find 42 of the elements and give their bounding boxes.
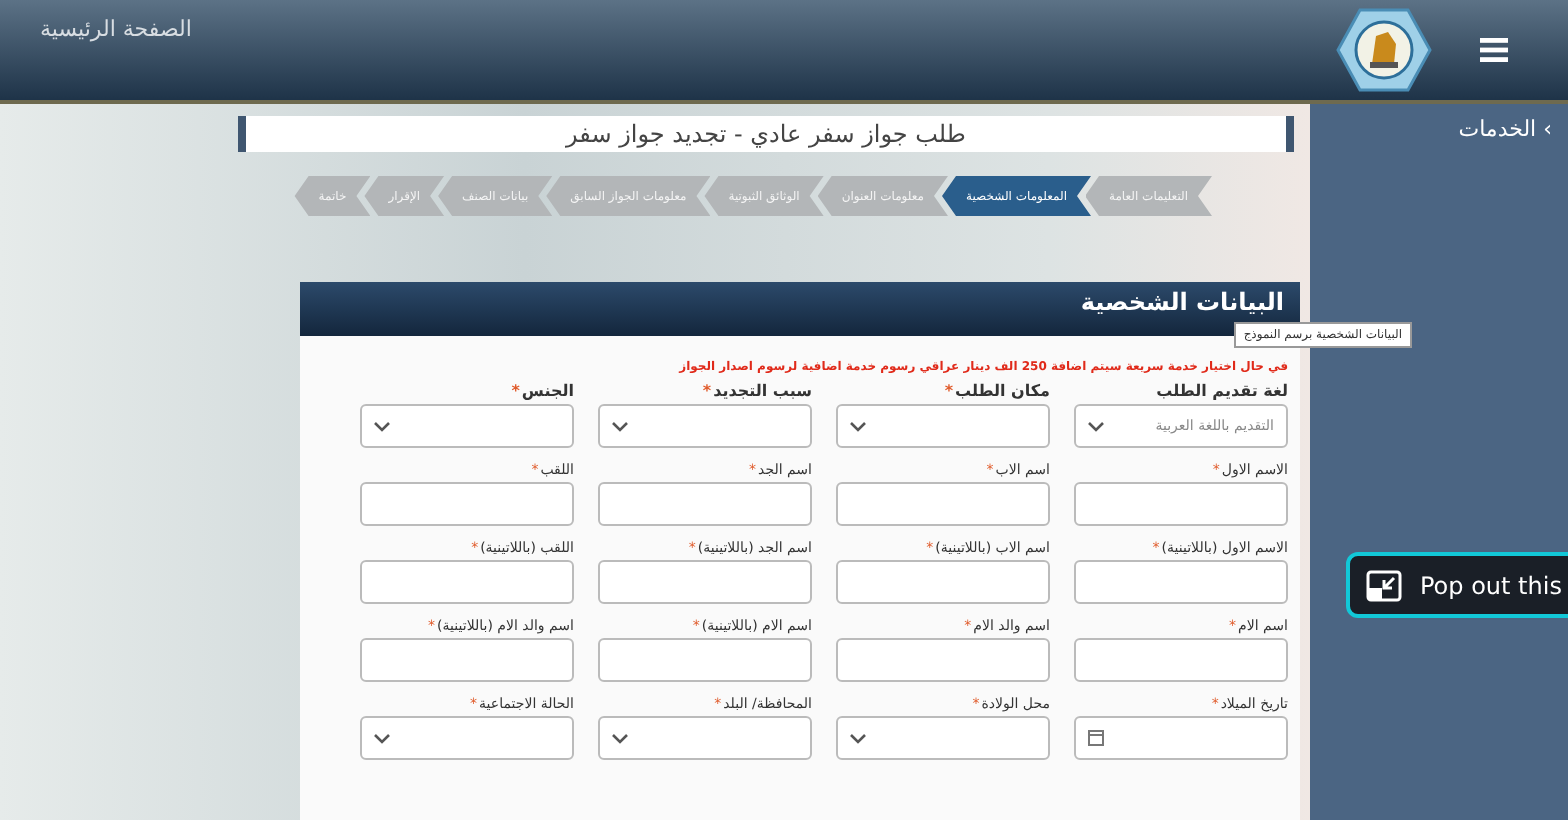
input-field[interactable] <box>360 638 574 682</box>
dropdown-field[interactable] <box>598 404 812 448</box>
dropdown-field[interactable] <box>598 716 812 760</box>
dropdown-field[interactable] <box>836 716 1050 760</box>
input-field[interactable] <box>836 482 1050 526</box>
input-field[interactable] <box>360 482 574 526</box>
input-field[interactable] <box>836 560 1050 604</box>
home-link[interactable]: الصفحة الرئيسية <box>40 16 192 42</box>
field-label: الجنس <box>521 382 574 400</box>
dropdown-field[interactable] <box>836 404 1050 448</box>
pop-out-icon <box>1366 569 1402 601</box>
dropdown-field[interactable] <box>360 404 574 448</box>
input-field[interactable] <box>1074 560 1288 604</box>
caret-icon <box>374 733 390 743</box>
page-title: طلب جواز سفر عادي - تجديد جواز سفر <box>238 116 1294 152</box>
caret-icon <box>612 733 628 743</box>
caret-icon <box>850 421 866 431</box>
menu-icon[interactable] <box>1476 34 1512 66</box>
sidebar-item[interactable]: › الخدمات <box>1326 116 1552 142</box>
required-mark: * <box>511 382 520 400</box>
pop-out-button[interactable]: Pop out this <box>1346 552 1568 618</box>
input-field[interactable] <box>598 560 812 604</box>
caret-icon <box>850 733 866 743</box>
caret-icon <box>374 421 390 431</box>
input-field[interactable] <box>360 560 574 604</box>
required-mark: * <box>944 382 953 400</box>
caret-icon <box>612 421 628 431</box>
emblem-logo-icon <box>1336 8 1432 92</box>
date-field[interactable] <box>1074 716 1288 760</box>
field-label: مكان الطلب <box>955 382 1050 400</box>
field-label: لغة تقديم الطلب <box>1156 382 1288 400</box>
input-field[interactable] <box>1074 638 1288 682</box>
input-field[interactable] <box>598 482 812 526</box>
input-field[interactable] <box>598 638 812 682</box>
field-label: سبب التجديد <box>713 382 812 400</box>
section-title: البيانات الشخصية <box>1080 288 1284 316</box>
calendar-icon <box>1088 730 1104 746</box>
input-field[interactable] <box>1074 482 1288 526</box>
input-field[interactable] <box>836 638 1050 682</box>
dropdown-field[interactable] <box>360 716 574 760</box>
required-mark: * <box>702 382 712 400</box>
caret-icon <box>1088 421 1104 431</box>
